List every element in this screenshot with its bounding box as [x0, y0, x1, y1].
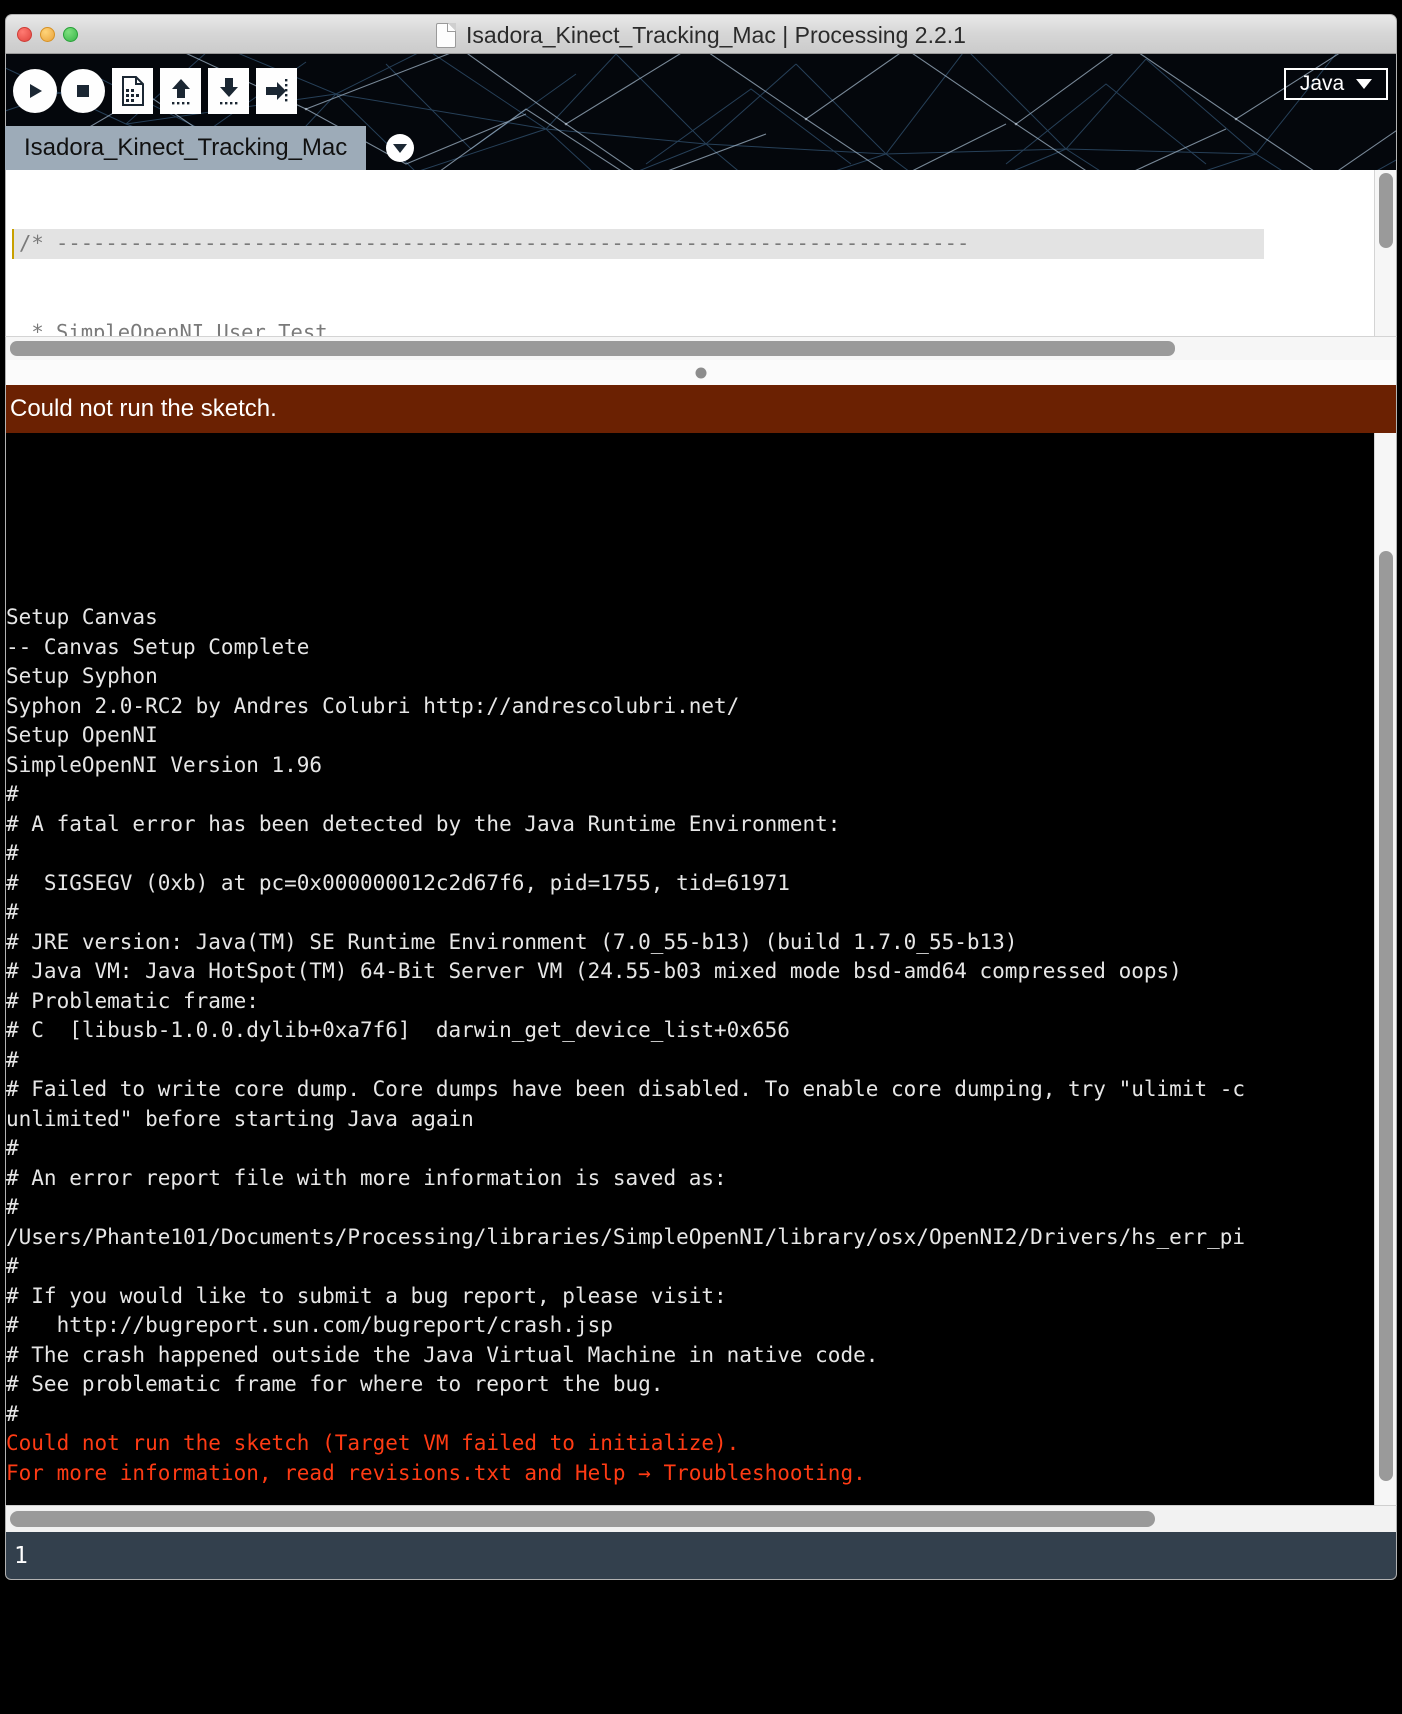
- mode-selector-dropdown[interactable]: Java: [1284, 68, 1388, 100]
- editor-vertical-scroll-thumb[interactable]: [1379, 173, 1393, 248]
- console-line: Setup OpenNI: [6, 723, 158, 747]
- console-line: Setup Canvas: [6, 605, 158, 629]
- open-up-arrow-icon: [171, 79, 190, 105]
- editor-vertical-scrollbar[interactable]: [1374, 170, 1396, 336]
- console-error-line: For more information, read revisions.txt…: [6, 1460, 866, 1485]
- play-icon: [30, 84, 42, 98]
- stop-button[interactable]: [61, 69, 105, 113]
- code-editor[interactable]: /* -------------------------------------…: [5, 170, 1397, 336]
- new-sketch-icon: [121, 76, 144, 106]
- new-button[interactable]: [112, 68, 153, 114]
- console-line: # Problematic frame:: [6, 988, 259, 1013]
- window-title-group: Isadora_Kinect_Tracking_Mac | Processing…: [6, 15, 1396, 55]
- console-line: #: [6, 1136, 19, 1160]
- console-line: # A fatal error has been detected by the…: [6, 811, 841, 836]
- console-line: # The crash happened outside the Java Vi…: [6, 1342, 879, 1367]
- error-banner-message: Could not run the sketch.: [10, 395, 277, 422]
- console-line: # Failed to write core dump. Core dumps …: [6, 1077, 1246, 1101]
- chevron-down-circle-icon: [393, 143, 408, 153]
- console-vertical-scroll-thumb[interactable]: [1379, 551, 1393, 1481]
- console-line: # http://bugreport.sun.com/bugreport/cra…: [6, 1313, 613, 1337]
- console-line: Syphon 2.0-RC2 by Andres Colubri http://…: [6, 693, 740, 718]
- chevron-down-icon: [1356, 79, 1373, 89]
- status-bar: 1: [5, 1532, 1397, 1580]
- toolbar-button-group: [13, 68, 297, 114]
- code-line: /* -------------------------------------…: [12, 229, 1264, 259]
- code-line: * SimpleOpenNI User Test: [19, 319, 328, 337]
- console-line: -- Canvas Setup Complete: [6, 634, 310, 659]
- save-button[interactable]: [208, 68, 249, 114]
- console-line: SimpleOpenNI Version 1.96: [6, 752, 323, 777]
- console-line: #: [6, 900, 19, 924]
- splitter-handle[interactable]: [695, 367, 707, 378]
- console-line: # See problematic frame for where to rep…: [6, 1372, 664, 1396]
- console-line: #: [6, 1047, 19, 1072]
- editor-console-splitter[interactable]: [5, 360, 1397, 385]
- console-line: #: [6, 1195, 19, 1219]
- export-button[interactable]: [256, 68, 297, 114]
- console-line: # If you would like to submit a bug repo…: [6, 1283, 727, 1308]
- mode-selector-label: Java: [1299, 72, 1345, 95]
- page-title: Isadora_Kinect_Tracking_Mac | Processing…: [466, 21, 966, 48]
- console-line: # An error report file with more informa…: [6, 1165, 727, 1190]
- status-line-number: 1: [14, 1542, 28, 1569]
- editor-horizontal-scrollbar[interactable]: [5, 336, 1397, 360]
- editor-horizontal-scroll-thumb[interactable]: [10, 341, 1175, 356]
- code-content: /* -------------------------------------…: [12, 170, 1264, 337]
- console-line: #: [6, 782, 19, 806]
- console-line: /Users/Phante101/Documents/Processing/li…: [6, 1224, 1246, 1249]
- sketch-tab-bar: Isadora_Kinect_Tracking_Mac: [5, 126, 415, 170]
- console-line: unlimited" before starting Java again: [6, 1106, 474, 1131]
- console-horizontal-scroll-thumb[interactable]: [10, 1511, 1155, 1527]
- console-text: Setup Canvas -- Canvas Setup Complete Setu…: [6, 603, 1386, 1488]
- open-button[interactable]: [160, 68, 201, 114]
- processing-ide-window: Isadora_Kinect_Tracking_Mac | Processing…: [0, 0, 1402, 1714]
- run-button[interactable]: [13, 69, 57, 113]
- console-line: #: [6, 1401, 19, 1426]
- console-horizontal-scrollbar[interactable]: [5, 1505, 1397, 1532]
- console-vertical-scrollbar[interactable]: [1374, 433, 1396, 1505]
- stop-icon: [77, 85, 89, 97]
- console-output-panel[interactable]: Setup Canvas -- Canvas Setup Complete Setu…: [5, 433, 1397, 1505]
- console-line: # JRE version: Java(TM) SE Runtime Envir…: [6, 929, 1018, 954]
- console-line: #: [6, 841, 19, 865]
- tab-menu-button[interactable]: [386, 134, 415, 162]
- error-banner: Could not run the sketch.: [5, 385, 1397, 433]
- window-titlebar: Isadora_Kinect_Tracking_Mac | Processing…: [5, 14, 1397, 54]
- document-icon: [436, 22, 457, 48]
- console-line: #: [6, 1254, 19, 1278]
- console-line: Setup Syphon: [6, 664, 158, 688]
- console-line: # SIGSEGV (0xb) at pc=0x000000012c2d67f6…: [6, 870, 790, 895]
- export-right-arrow-icon: [265, 79, 287, 102]
- sketch-tab[interactable]: Isadora_Kinect_Tracking_Mac: [5, 126, 367, 170]
- save-down-arrow-icon: [219, 78, 238, 105]
- console-line: # Java VM: Java HotSpot(TM) 64-Bit Serve…: [6, 959, 1182, 983]
- console-line: # C [libusb-1.0.0.dylib+0xa7f6] darwin_g…: [6, 1018, 790, 1042]
- console-error-line: Could not run the sketch (Target VM fail…: [6, 1431, 740, 1455]
